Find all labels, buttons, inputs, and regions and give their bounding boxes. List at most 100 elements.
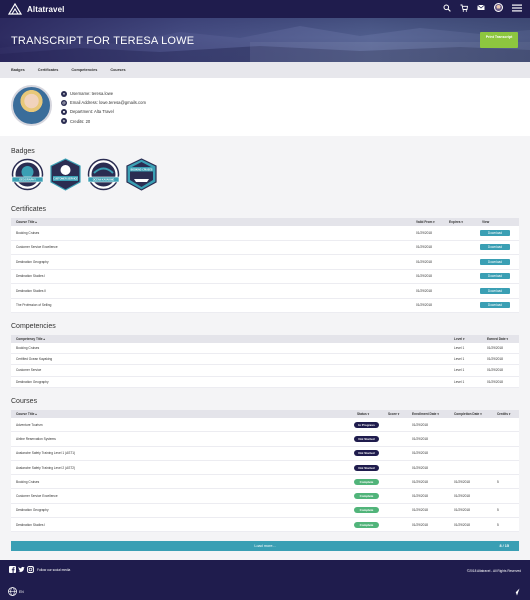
- download-button[interactable]: Download: [480, 258, 510, 265]
- tab-badges[interactable]: Badges: [11, 68, 25, 72]
- page-title: TRANSCRIPT FOR TERESA LOWE: [11, 35, 195, 47]
- earned-date: 01/29/2018: [487, 346, 503, 351]
- table-row: Customer Service Excellence Complete 01/29…: [11, 489, 519, 504]
- valid-from-date: 01/29/2018: [416, 245, 432, 250]
- course-credits: 5: [497, 508, 499, 513]
- earned-date: 01/29/2018: [487, 357, 503, 362]
- badge-geography-label: GEOGRAPHY: [19, 178, 36, 182]
- badges-list: GEOGRAPHY CUSTOMER SERVICE OCEAN KAYAKIN…: [11, 158, 158, 191]
- col-course-title[interactable]: Course Title ▴: [11, 412, 352, 416]
- download-button[interactable]: Download: [480, 287, 510, 294]
- col-score[interactable]: Score ▾: [383, 412, 407, 416]
- table-row: Customer Service Level 1 01/29/2018: [11, 365, 519, 377]
- table-row: Destination Geography Level 1 01/29/2018: [11, 376, 519, 388]
- enrollment-date: 01/29/2018: [412, 465, 428, 470]
- status-cell: Not Started: [352, 464, 383, 471]
- col-competency-title[interactable]: Competency Title ▴: [11, 337, 449, 341]
- col-level[interactable]: Level ▾: [449, 337, 482, 341]
- table-row: Certified Ocean Kayaking Level 1 01/29/201…: [11, 354, 519, 366]
- menu-icon[interactable]: [512, 4, 522, 12]
- badge-ocean-kayaking[interactable]: OCEAN KAYAKING: [87, 158, 120, 191]
- enrollment-date: 01/29/2018: [412, 451, 428, 456]
- course-title: Airline Reservation Systems: [16, 436, 56, 441]
- enrollment-date: 01/29/2018: [412, 494, 428, 499]
- col-expires[interactable]: Expires ▾: [444, 220, 477, 224]
- col-valid-from[interactable]: Valid From ▾: [411, 220, 444, 224]
- status-badge: Complete: [354, 493, 379, 500]
- course-title: Destination Studies II: [16, 288, 47, 293]
- search-icon[interactable]: [443, 4, 451, 12]
- valid-from-date: 01/29/2018: [416, 230, 432, 235]
- status-cell: Complete: [352, 507, 383, 514]
- status-cell: In Progress: [352, 421, 383, 428]
- department-text: Department: Alta Travel: [70, 109, 114, 115]
- send-icon[interactable]: [512, 588, 520, 596]
- competencies-heading: Competencies: [11, 323, 56, 330]
- username-text: Username: teresa.lowe: [70, 91, 114, 97]
- load-more-label: Load more...: [254, 544, 276, 548]
- twitter-icon[interactable]: [18, 566, 25, 573]
- language-selector[interactable]: EN: [8, 587, 24, 596]
- table-row: Airline Reservation Systems Not Started 01…: [11, 432, 519, 447]
- download-button[interactable]: Download: [480, 244, 510, 251]
- competency-level: Level 1: [454, 368, 465, 373]
- enrollment-date: 01/29/2018: [412, 479, 428, 484]
- department-icon: ■: [61, 108, 67, 115]
- download-button[interactable]: Download: [480, 302, 510, 309]
- section-tabs: Badges Certificates Competencies Courses: [0, 62, 530, 78]
- col-enrollment-date[interactable]: Enrollment Date ▾: [407, 412, 449, 416]
- certificates-heading: Certificates: [11, 206, 47, 213]
- col-status[interactable]: Status ▾: [352, 412, 383, 416]
- download-button[interactable]: Download: [480, 229, 510, 236]
- download-button[interactable]: Download: [480, 273, 510, 280]
- course-title: Avalanche Safety Training Level 1 (AST1): [16, 451, 76, 456]
- tab-competencies[interactable]: Competencies: [71, 68, 97, 72]
- competency-level: Level 1: [454, 346, 465, 351]
- load-more-button[interactable]: Load more... 8 / 15: [11, 541, 519, 551]
- course-title: Destination Geography: [16, 259, 49, 264]
- badge-booking-cruises[interactable]: BOOKING CRUISES: [125, 158, 158, 191]
- col-course-title[interactable]: Course Title ▴: [11, 220, 411, 224]
- valid-from-date: 01/29/2018: [416, 259, 432, 264]
- completion-date: 01/29/2018: [454, 508, 470, 513]
- course-title: Destination Studies I: [16, 274, 46, 279]
- col-credits[interactable]: Credits ▾: [492, 412, 519, 416]
- table-row: Avalanche Safety Training Level 1 (AST1)…: [11, 446, 519, 461]
- user-avatar[interactable]: [494, 3, 503, 12]
- user-icon: ●: [61, 90, 67, 97]
- badges-heading: Badges: [11, 148, 35, 155]
- completion-date: 01/29/2018: [454, 479, 470, 484]
- cart-icon[interactable]: [460, 4, 468, 12]
- brand-logo[interactable]: Altatravel: [8, 3, 64, 15]
- view-cell: Download: [477, 302, 519, 309]
- department-row: ■ Department: Alta Travel: [61, 107, 146, 116]
- status-cell: Complete: [352, 493, 383, 500]
- valid-from-date: 01/29/2018: [416, 303, 432, 308]
- social-links: Follow our social media: [9, 566, 70, 573]
- competency-level: Level 1: [454, 357, 465, 362]
- instagram-icon[interactable]: [27, 566, 34, 573]
- col-completion-date[interactable]: Completion Date ▾: [449, 412, 492, 416]
- col-view: View: [482, 220, 490, 224]
- table-row: Customer Service Excellence 01/29/2018 Dow…: [11, 240, 519, 255]
- view-cell: Download: [477, 287, 519, 294]
- course-title: Customer Service Excellence: [16, 245, 58, 250]
- course-title: Destination Geography: [16, 508, 49, 513]
- course-title: Customer Service Excellence: [16, 494, 58, 499]
- mail-icon[interactable]: [477, 4, 485, 11]
- tab-courses[interactable]: Courses: [110, 68, 125, 72]
- print-transcript-button[interactable]: Print Transcript: [480, 32, 518, 48]
- status-badge: Not Started: [354, 435, 379, 442]
- col-earned-date[interactable]: Earned Date ▾: [482, 337, 519, 341]
- badge-customer-service[interactable]: CUSTOMER SERVICE: [49, 158, 82, 191]
- enrollment-date: 01/29/2018: [412, 422, 428, 427]
- credits-row: ★ Credits: 20: [61, 117, 146, 126]
- badge-customer-service-label: CUSTOMER SERVICE: [53, 178, 78, 181]
- status-badge: In Progress: [354, 421, 379, 428]
- profile-card: ● Username: teresa.lowe @ Email Address:…: [0, 78, 530, 136]
- username-row: ● Username: teresa.lowe: [61, 89, 146, 98]
- facebook-icon[interactable]: [9, 566, 16, 573]
- badge-geography[interactable]: GEOGRAPHY: [11, 158, 44, 191]
- tab-certificates[interactable]: Certificates: [38, 68, 59, 72]
- valid-from-date: 01/29/2018: [416, 274, 432, 279]
